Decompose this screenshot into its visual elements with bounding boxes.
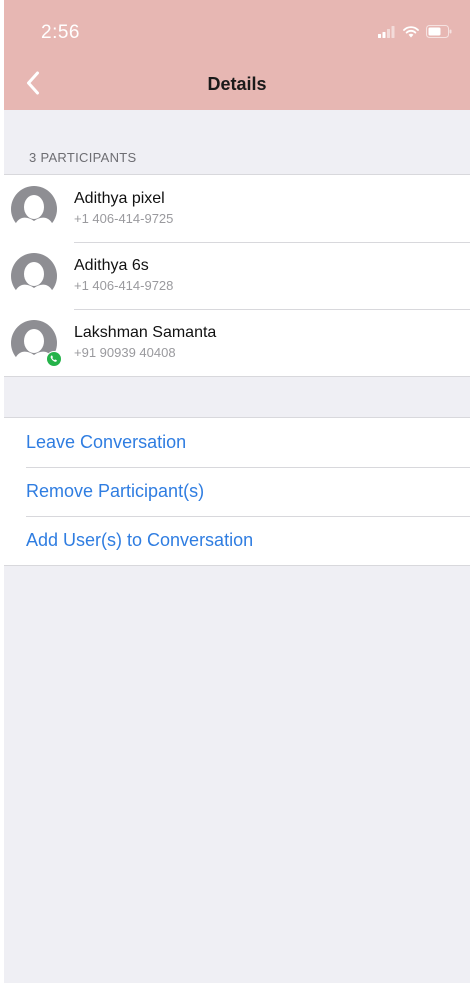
page-title: Details [207,74,267,94]
status-time: 2:56 [41,22,80,43]
status-icons [378,25,452,38]
participant-info: Adithya pixel +1 406-414-9725 [74,189,173,228]
participant-phone: +1 406-414-9728 [74,278,174,293]
participant-row[interactable]: Adithya 6s +1 406-414-9728 [4,242,470,309]
participant-name: Adithya pixel [74,190,165,207]
participant-info: Lakshman Samanta +91 90939 40408 [74,323,216,362]
avatar [10,185,58,236]
participant-name: Adithya 6s [74,257,149,274]
remove-participants-button[interactable]: Remove Participant(s) [4,467,470,516]
conversation-actions: Leave Conversation Remove Participant(s)… [4,417,470,566]
participant-row[interactable]: Lakshman Samanta +91 90939 40408 [4,309,470,376]
header: 2:56 Details [4,0,470,110]
default-avatar-icon [11,186,57,236]
participant-name: Lakshman Samanta [74,324,217,341]
details-screen: 2:56 Details 3 PARTICIPANTS Adithya pixe… [4,0,470,983]
battery-icon [426,25,452,38]
default-avatar-icon [11,253,57,303]
participant-info: Adithya 6s +1 406-414-9728 [74,256,173,295]
nav-bar: Details [4,58,470,110]
participant-phone: +1 406-414-9725 [74,211,174,226]
participants-list: Adithya pixel +1 406-414-9725 Adithya 6s… [4,174,470,377]
wifi-icon [403,25,419,37]
participant-row[interactable]: Adithya pixel +1 406-414-9725 [4,175,470,242]
cellular-signal-icon [378,25,395,38]
avatar [10,319,62,370]
avatar [10,252,58,303]
whatsapp-icon [46,351,62,367]
status-bar: 2:56 [4,0,470,58]
participant-phone: +91 90939 40408 [74,345,176,360]
participants-section-header: 3 PARTICIPANTS [29,150,137,165]
add-users-button[interactable]: Add User(s) to Conversation [4,516,470,565]
leave-conversation-button[interactable]: Leave Conversation [4,418,470,467]
